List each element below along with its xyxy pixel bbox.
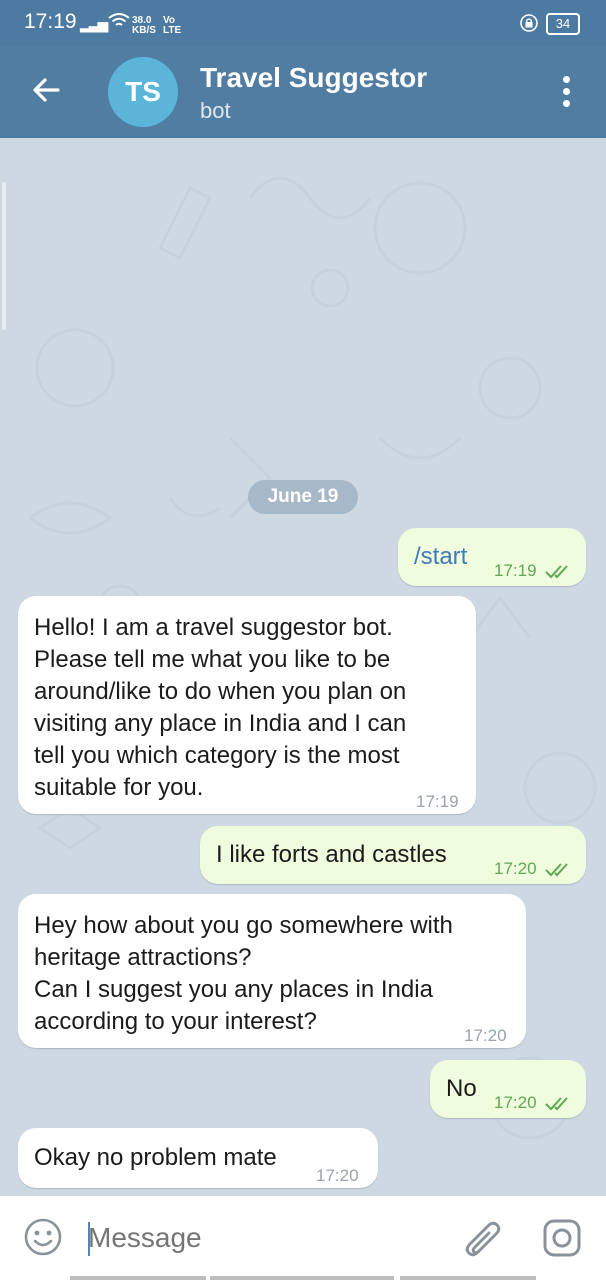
text-cursor [88, 1222, 90, 1256]
message-bubble-incoming[interactable]: Hello! I am a travel suggestor bot. Plea… [18, 596, 476, 814]
double-check-icon [545, 564, 569, 578]
emoji-icon[interactable] [24, 1218, 62, 1256]
nav-bar-line [210, 1276, 394, 1280]
message-line: visiting any place in India and I can [34, 710, 407, 737]
message-time: 17:19 [494, 561, 537, 580]
message-line: suitable for you. [34, 774, 204, 801]
message-bubble-outgoing[interactable]: No 17:20 [430, 1060, 586, 1118]
message-time: 17:20 [494, 859, 537, 878]
scroll-indicator[interactable] [2, 182, 6, 330]
message-meta: 17:19 [494, 555, 571, 587]
nav-bar-line [70, 1276, 206, 1280]
message-text[interactable]: No [446, 1073, 477, 1105]
message-text[interactable]: /start [414, 541, 467, 573]
network-speed: 38.0 KB/S [132, 16, 156, 36]
message-bubble-outgoing[interactable]: I like forts and castles 17:20 [200, 826, 586, 884]
more-vert-icon[interactable] [556, 76, 576, 108]
message-time: 17:20 [464, 1026, 507, 1045]
status-bar: 17:19 ▂▃▅ 38.0 KB/S Vo LTE 34 [0, 0, 606, 46]
message-line: heritage attractions? [34, 944, 252, 971]
avatar[interactable]: TS [108, 57, 178, 127]
message-time: 17:20 [316, 1166, 359, 1185]
signal-icon: ▂▃▅ [80, 16, 108, 32]
battery-indicator: 34 [546, 13, 580, 35]
camera-icon[interactable] [542, 1218, 582, 1258]
message-bubble-outgoing[interactable]: /start 17:19 [398, 528, 586, 586]
network-bottom: LTE [163, 25, 182, 36]
nav-bar-line [400, 1276, 536, 1280]
message-bubble-incoming[interactable]: Hey how about you go somewhere with heri… [18, 894, 526, 1048]
message-text[interactable]: I like forts and castles [216, 839, 447, 871]
message-line: Hello! I am a travel suggestor bot. [34, 614, 393, 641]
network-type: Vo LTE [163, 16, 181, 36]
double-check-icon [545, 862, 569, 876]
chat-title[interactable]: Travel Suggestor [200, 62, 427, 94]
status-time: 17:19 [24, 10, 77, 33]
message-meta: 17:20 [494, 853, 571, 885]
attach-icon[interactable] [464, 1216, 504, 1260]
chat-header: TS Travel Suggestor bot [0, 46, 606, 138]
message-line: Please tell me what you like to be [34, 646, 391, 673]
chat-area[interactable]: June 19 /start 17:19 Hello! I am a trave… [0, 138, 606, 1196]
chat-subtitle: bot [200, 98, 231, 123]
date-separator: June 19 [248, 480, 358, 514]
speed-unit: KB/S [132, 25, 156, 36]
double-check-icon [545, 1096, 569, 1110]
message-line: Okay no problem mate [34, 1144, 277, 1171]
message-bubble-incoming[interactable]: Okay no problem mate 17:20 [18, 1128, 378, 1188]
back-arrow-icon[interactable] [30, 74, 62, 106]
message-meta: 17:20 [494, 1087, 571, 1119]
lock-icon [520, 14, 538, 32]
message-time: 17:19 [416, 792, 459, 811]
message-input[interactable] [88, 1214, 428, 1262]
message-line: Can I suggest you any places in India [34, 976, 433, 1003]
message-line: according to your interest? [34, 1008, 317, 1035]
wifi-icon [108, 13, 130, 26]
message-input-bar [0, 1196, 606, 1280]
message-line: around/like to do when you plan on [34, 678, 407, 705]
message-line: Hey how about you go somewhere with [34, 912, 453, 939]
message-line: tell you which category is the most [34, 742, 400, 769]
message-time: 17:20 [494, 1093, 537, 1112]
